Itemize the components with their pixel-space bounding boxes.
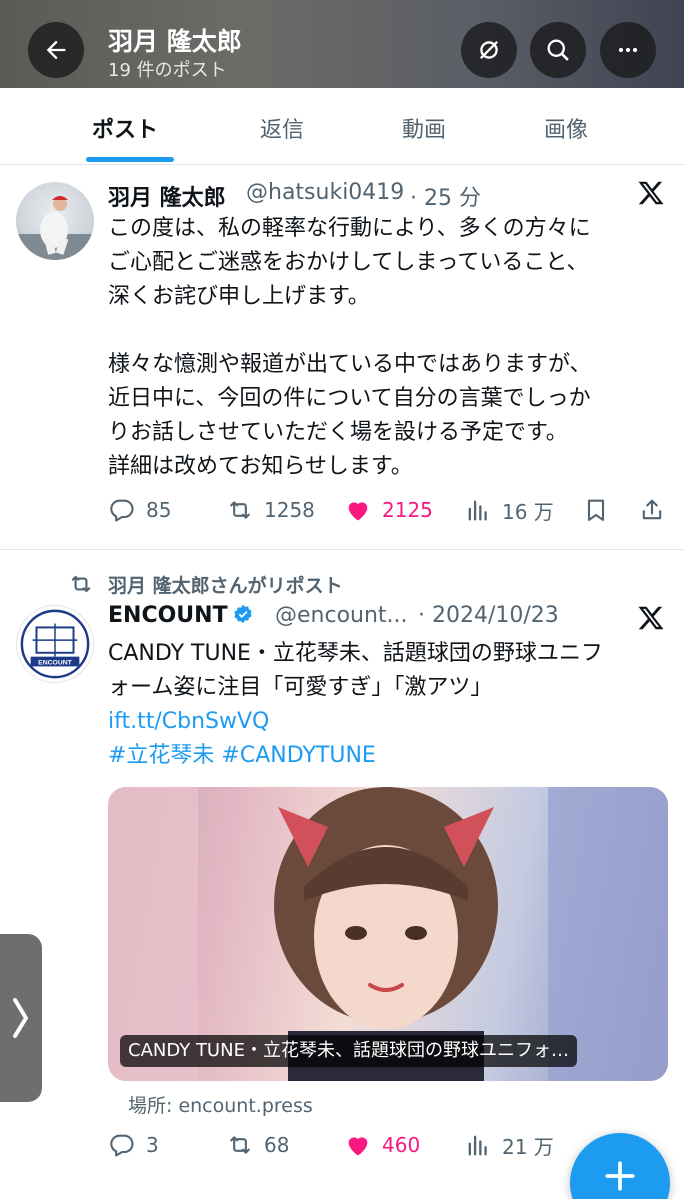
- tab-images[interactable]: 画像: [544, 112, 588, 144]
- avatar[interactable]: [16, 182, 94, 260]
- like-button[interactable]: 2125: [344, 490, 433, 530]
- heart-filled-icon: [348, 502, 368, 521]
- post-text: この度は、私の軽率な行動により、多くの方々に ご心配とご迷惑をおかけしてしまって…: [108, 212, 668, 484]
- post-time: · 25 分: [410, 186, 481, 211]
- reply-icon: [110, 499, 134, 522]
- reply-count: 85: [146, 498, 172, 522]
- repost-icon: [230, 501, 250, 519]
- link-source[interactable]: 場所: encount.press: [128, 1091, 313, 1118]
- more-button[interactable]: [600, 22, 656, 78]
- views-button[interactable]: 16 万: [464, 490, 554, 530]
- views-button[interactable]: 21 万: [464, 1125, 554, 1165]
- notification-button[interactable]: [461, 22, 517, 78]
- author-name[interactable]: 羽月 隆太郎: [108, 180, 226, 212]
- like-count: 2125: [382, 498, 433, 522]
- post-text-gap: [108, 314, 668, 348]
- reply-count: 3: [146, 1133, 159, 1157]
- author-name-text: ENCOUNT: [108, 603, 228, 628]
- profile-tabs: ポスト 返信 動画 画像: [0, 88, 684, 165]
- post-text-line: ォーム姿に注目「可愛すぎ」「激アツ」: [108, 675, 493, 700]
- tab-replies[interactable]: 返信: [260, 112, 304, 144]
- profile-title: 羽月 隆太郎: [108, 27, 242, 56]
- active-tab-indicator: [86, 157, 174, 162]
- post-text-line: ご心配とご迷惑をおかけしてしまっていること、: [108, 250, 589, 275]
- post-count: 19 件のポスト: [108, 60, 227, 81]
- avatar[interactable]: ENCOUNT: [16, 605, 94, 683]
- post[interactable]: 羽月 隆太郎 @hatsuki0419 · 25 分 この度は、私の軽率な行動に…: [0, 166, 684, 550]
- repost-icon: [71, 575, 91, 593]
- share-icon: [642, 499, 662, 520]
- share-button[interactable]: [638, 490, 676, 530]
- back-button[interactable]: [28, 22, 84, 78]
- more-icon: [618, 47, 638, 53]
- author-handle[interactable]: @hatsuki0419: [246, 180, 404, 205]
- views-icon: [468, 1135, 487, 1156]
- search-icon: [547, 39, 569, 61]
- like-count: 460: [382, 1133, 421, 1157]
- author-handle[interactable]: @encount...: [275, 603, 408, 628]
- post-text-line: 深くお詫び申し上げます。: [108, 284, 370, 309]
- baseball-player-photo: [16, 196, 94, 260]
- avatar-text: ENCOUNT: [38, 659, 73, 666]
- chevron-right-icon: [13, 998, 28, 1038]
- post-text-line: 詳細は改めてお知らせします。: [108, 454, 413, 479]
- verified-badge-icon: [233, 604, 252, 624]
- heart-filled-icon: [348, 1137, 368, 1156]
- encount-logo-icon: ENCOUNT: [20, 609, 90, 679]
- view-count: 16 万: [502, 499, 554, 524]
- reply-button[interactable]: 85: [108, 490, 171, 530]
- x-logo-icon: [638, 181, 664, 205]
- arrow-left-icon: [46, 40, 66, 60]
- bookmark-button[interactable]: [582, 490, 620, 530]
- tab-posts[interactable]: ポスト: [92, 112, 158, 144]
- tab-videos[interactable]: 動画: [402, 112, 446, 144]
- search-button[interactable]: [530, 22, 586, 78]
- hashtags[interactable]: #立花琴未 #CANDYTUNE: [108, 739, 668, 773]
- views-icon: [468, 500, 487, 521]
- profile-header: 羽月 隆太郎 19 件のポスト: [0, 0, 684, 88]
- post-text-line: 近日中に、今回の件について自分の言葉でしっか: [108, 386, 591, 411]
- post-link[interactable]: ift.tt/CbnSwVQ: [108, 705, 668, 739]
- view-count: 21 万: [502, 1134, 554, 1159]
- post-text-line: CANDY TUNE・立花琴未、話題球団の野球ユニフ: [108, 641, 603, 666]
- like-button[interactable]: 460: [344, 1125, 420, 1165]
- link-card-image[interactable]: CANDY TUNE・立花琴未、話題球団の野球ユニフォ…: [108, 787, 668, 1081]
- bookmark-icon: [587, 499, 605, 521]
- post-actions: 85 1258 2125 16 万: [108, 490, 668, 530]
- post-time: · 2024/10/23: [418, 603, 559, 628]
- repost-count: 68: [264, 1133, 290, 1157]
- post-text-line: 様々な憶測や報道が出ている中ではありますが、: [108, 352, 592, 377]
- author-name[interactable]: ENCOUNT: [108, 603, 254, 628]
- repost-button[interactable]: 68: [226, 1125, 289, 1165]
- post-text-line: りお話しさせていただく場を設ける予定です。: [108, 420, 568, 445]
- x-logo-icon: [638, 606, 664, 630]
- notification-off-icon: [480, 41, 498, 59]
- reply-button[interactable]: 3: [108, 1125, 159, 1165]
- link-card-title: CANDY TUNE・立花琴未、話題球団の野球ユニフォ…: [120, 1035, 577, 1067]
- reply-icon: [110, 1134, 134, 1157]
- repost-label[interactable]: 羽月 隆太郎さんがリポスト: [108, 571, 343, 598]
- post[interactable]: 羽月 隆太郎さんがリポスト ENCOUNT ENCOUNT @encount..…: [0, 551, 684, 1199]
- post-text-line: この度は、私の軽率な行動により、多くの方々に: [108, 216, 591, 241]
- plus-icon: [605, 1161, 635, 1191]
- post-text: CANDY TUNE・立花琴未、話題球団の野球ユニフ ォーム姿に注目「可愛すぎ」…: [108, 637, 668, 773]
- repost-button[interactable]: 1258: [226, 490, 315, 530]
- repost-count: 1258: [264, 498, 315, 522]
- side-panel-handle[interactable]: [0, 934, 42, 1102]
- repost-icon: [230, 1136, 250, 1154]
